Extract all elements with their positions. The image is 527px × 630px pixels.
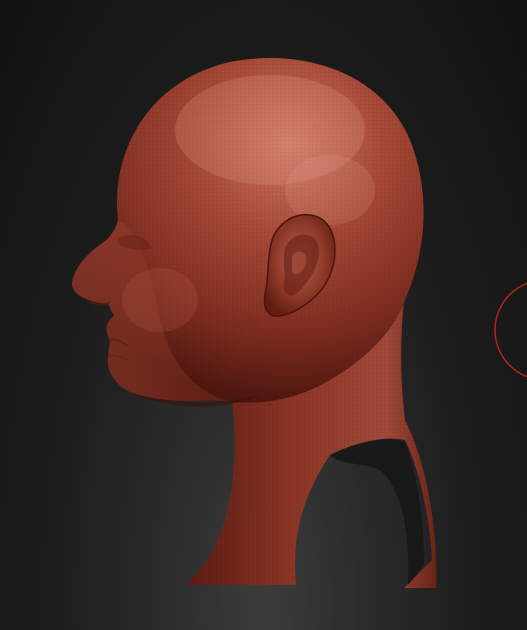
transform-gizmo-icon[interactable] — [494, 280, 527, 380]
viewport-canvas[interactable] — [0, 0, 527, 630]
sculpt-viewport[interactable] — [0, 0, 527, 630]
